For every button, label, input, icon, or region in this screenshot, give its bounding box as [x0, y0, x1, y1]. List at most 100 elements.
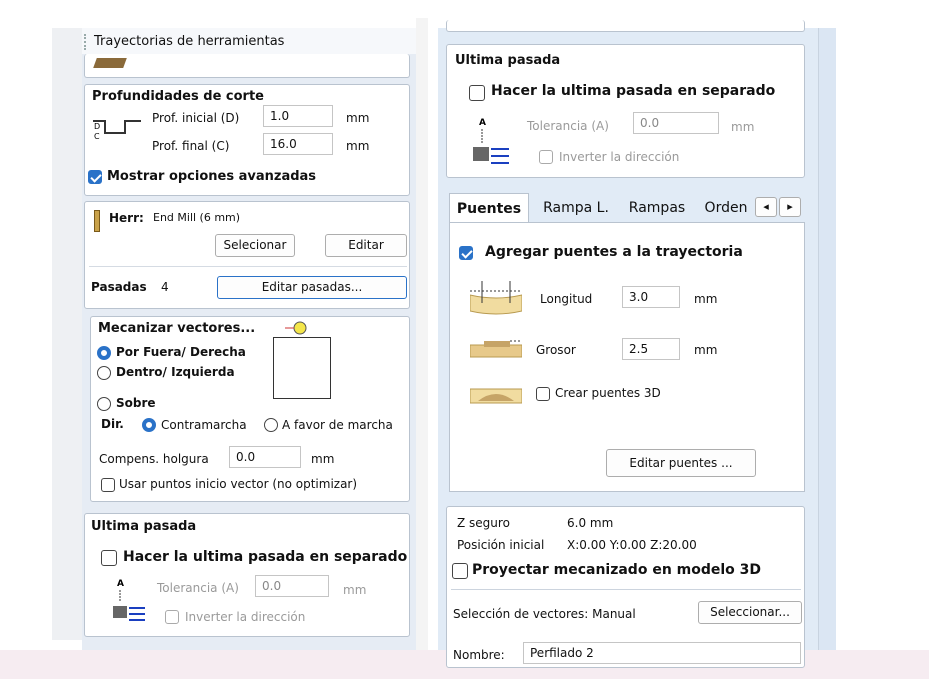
vector-selection-label: Selección de vectores: Manual [453, 607, 636, 621]
left-tolerance-label: Tolerancia (A) [157, 581, 239, 595]
depths-heading: Profundidades de corte [92, 89, 264, 104]
bridge-thickness-label: Grosor [536, 343, 576, 357]
panel-title: Trayectorias de herramientas [94, 34, 285, 49]
left-tolerance-unit: mm [343, 583, 367, 597]
create-3d-bridges-label: Crear puentes 3D [555, 386, 661, 400]
tab-puentes[interactable]: Puentes [449, 193, 529, 223]
svg-text:A: A [479, 118, 486, 128]
tool-divider [89, 266, 407, 267]
safe-z-label: Z seguro [457, 516, 510, 530]
left-last-pass-separate-checkbox[interactable] [101, 550, 117, 566]
inside-left-radio[interactable] [97, 366, 111, 380]
start-depth-label: Prof. inicial (D) [152, 111, 240, 125]
left-tolerance-input[interactable]: 0.0 [255, 575, 329, 597]
edit-tool-button[interactable]: Editar [325, 234, 407, 257]
right-tolerance-input[interactable]: 0.0 [633, 112, 719, 134]
right-reverse-checkbox[interactable] [539, 150, 553, 164]
svg-text:C: C [94, 132, 100, 141]
add-bridges-checkbox[interactable] [459, 246, 473, 260]
end-depth-label: Prof. final (C) [152, 139, 230, 153]
edit-passes-button[interactable]: Editar pasadas... [217, 276, 407, 299]
safe-z-value: 6.0 mm [567, 516, 614, 530]
right-reverse-label: Inverter la dirección [559, 150, 680, 164]
depth-diagram-icon: DC [91, 113, 143, 141]
allowance-unit: mm [311, 452, 335, 466]
climb-label: Contramarcha [161, 418, 247, 432]
machine-vectors-group: Mecanizar vectores... Por Fuera/ Derecha… [90, 316, 410, 502]
toolpath-name-input[interactable]: Perfilado 2 [523, 642, 801, 664]
project-3d-label: Proyectar mecanizado en modelo 3D [472, 562, 762, 578]
select-tool-button[interactable]: Selecionar [215, 234, 295, 257]
left-last-pass-group: Ultima pasada Hacer la ultima pasada en … [84, 513, 410, 637]
start-depth-unit: mm [346, 111, 370, 125]
info-group: Z seguro 6.0 mm Posición inicial X:0.00 … [446, 506, 805, 668]
bridge-length-label: Longitud [540, 292, 593, 306]
bridges-tab-panel: Agregar puentes a la trayectoria Longitu… [449, 222, 805, 492]
start-points-label: Usar puntos inicio vector (no optimizar) [119, 477, 358, 491]
left-last-pass-heading: Ultima pasada [91, 519, 197, 534]
direction-label: Dir. [101, 417, 124, 431]
bridge-length-input[interactable]: 3.0 [622, 286, 680, 308]
right-tolerance-label: Tolerancia (A) [527, 119, 609, 133]
right-last-pass-group: Ultima pasada Hacer la ultima pasada en … [446, 44, 805, 178]
outside-right-radio[interactable] [97, 346, 111, 360]
home-position-label: Posición inicial [457, 538, 545, 552]
outside-right-label: Por Fuera/ Derecha [116, 345, 246, 359]
bridge-length-icon [469, 281, 523, 317]
select-vectors-button[interactable]: Seleccionar... [698, 601, 802, 624]
tool-group: Herr: End Mill (6 mm) Selecionar Editar … [84, 201, 410, 309]
right-last-pass-icon: A [471, 115, 509, 169]
bridge-thickness-input[interactable]: 2.5 [622, 338, 680, 360]
end-mill-icon [94, 210, 100, 232]
tab-scroll-left-button[interactable]: ◂ [755, 197, 777, 217]
conventional-radio[interactable] [264, 418, 278, 432]
conventional-label: A favor de marcha [282, 418, 393, 432]
info-divider [451, 589, 801, 590]
advanced-options-checkbox[interactable] [88, 170, 102, 184]
on-vector-radio[interactable] [97, 397, 111, 411]
name-label: Nombre: [453, 648, 505, 662]
on-vector-label: Sobre [116, 396, 156, 410]
left-side-strip [52, 28, 82, 640]
end-depth-unit: mm [346, 139, 370, 153]
passes-label: Pasadas [91, 280, 147, 294]
top-partial-box [84, 54, 410, 78]
right-scroll-strip[interactable] [818, 28, 836, 668]
advanced-options-label: Mostrar opciones avanzadas [107, 169, 317, 184]
panel-title-bar: Trayectorias de herramientas [82, 28, 416, 54]
right-last-pass-separate-label: Hacer la ultima pasada en separado [491, 83, 776, 99]
vector-preview-box [273, 337, 331, 399]
tool-thumb-icon [93, 58, 127, 68]
svg-text:D: D [94, 122, 100, 131]
start-depth-input[interactable]: 1.0 [263, 105, 333, 127]
bridge-length-unit: mm [694, 292, 718, 306]
tab-rampa-l[interactable]: Rampa L. [531, 193, 621, 223]
bridge-thickness-icon [469, 339, 523, 361]
allowance-input[interactable]: 0.0 [229, 446, 301, 468]
right-tolerance-unit: mm [731, 120, 755, 134]
allowance-label: Compens. holgura [99, 452, 209, 466]
end-depth-input[interactable]: 16.0 [263, 133, 333, 155]
tab-orden[interactable]: Orden [695, 193, 757, 223]
tab-scroll-right-button[interactable]: ▸ [779, 197, 801, 217]
start-points-checkbox[interactable] [101, 478, 115, 492]
left-last-pass-icon: A [111, 576, 145, 626]
tool-name: End Mill (6 mm) [153, 211, 241, 224]
bridge-thickness-unit: mm [694, 343, 718, 357]
bridge-3d-icon [469, 385, 523, 405]
tab-rampas[interactable]: Rampas [621, 193, 693, 223]
right-last-pass-heading: Ultima pasada [455, 53, 561, 68]
grip-dots [84, 34, 86, 50]
add-bridges-label: Agregar puentes a la trayectoria [485, 244, 743, 260]
edit-bridges-button[interactable]: Editar puentes ... [606, 449, 756, 477]
climb-radio[interactable] [142, 418, 156, 432]
left-splitter[interactable] [416, 18, 428, 658]
project-3d-checkbox[interactable] [452, 563, 468, 579]
left-reverse-label: Inverter la dirección [185, 610, 306, 624]
create-3d-bridges-checkbox[interactable] [536, 387, 550, 401]
left-last-pass-separate-label: Hacer la ultima pasada en separado [123, 549, 408, 565]
right-last-pass-separate-checkbox[interactable] [469, 85, 485, 101]
tab-strip: Puentes Rampa L. Rampas Orden ◂ ▸ [449, 193, 805, 223]
right-top-partial-box [446, 20, 805, 32]
left-reverse-checkbox[interactable] [165, 610, 179, 624]
